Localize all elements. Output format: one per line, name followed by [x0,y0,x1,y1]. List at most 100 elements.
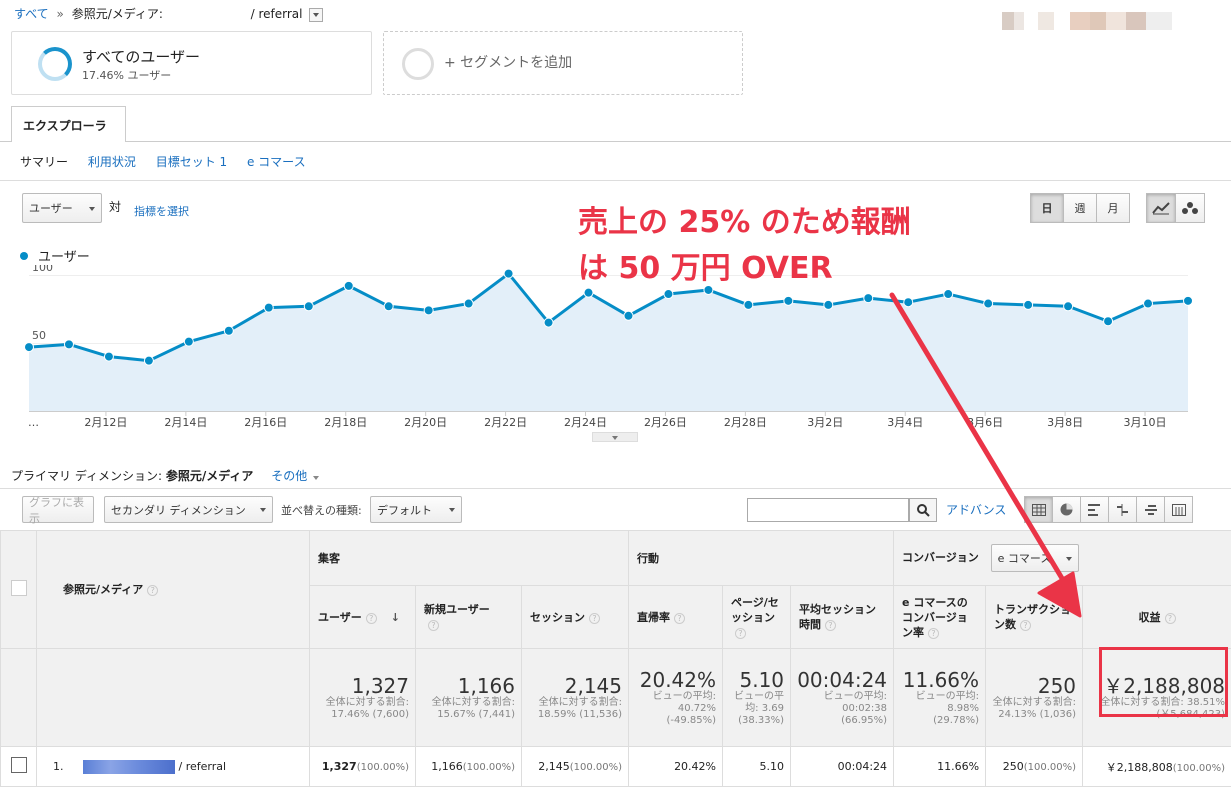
sort-type-select[interactable]: デフォルト [370,496,462,523]
cell-value: 5.10 [759,760,785,773]
data-point [463,298,474,309]
period-week-button[interactable]: 週 [1063,193,1097,223]
period-day-button[interactable]: 日 [1030,193,1064,223]
row-revenue: ￥2,188,808(100.00%) [1082,746,1231,787]
row-source-link[interactable]: / referral [179,760,227,773]
summary-note: 全体に対する割合: 15.67% (7,441) [431,696,515,720]
period-month-button[interactable]: 月 [1096,193,1130,223]
summary-value: 250 [1037,673,1077,698]
header-revenue-label: 収益 [1138,610,1161,624]
dimension-header-label: 参照元/メディア [63,583,144,596]
row-pages-per-session: 5.10 [722,746,792,787]
line-chart-button[interactable] [1146,193,1176,223]
summary-pages-per-session: 5.10 ビューの平均: 3.69 (38.33%) [722,648,792,747]
header-pages-per-session-label: ページ/セッション [731,595,779,624]
subtab-goal-set-1[interactable]: 目標セット 1 [156,155,227,169]
summary-note: 全体に対する割合: 24.13% (1,036) [992,696,1077,720]
chevron-down-icon [449,508,455,515]
header-new-users[interactable]: 新規ユーザー? [415,585,522,649]
summary-conversion-rate: 11.66% ビューの平均: 8.98% (29.78%) [893,648,987,747]
row-conversion-rate: 11.66% [893,746,987,787]
data-point [623,310,634,321]
header-avg-session-duration[interactable]: 平均セッション時間? [790,585,895,649]
header-new-users-label: 新規ユーザー [424,603,490,616]
view-comparison-button[interactable] [1108,496,1137,523]
vs-label: 対 [109,200,122,214]
subtab-ecommerce[interactable]: e コマース [247,155,306,169]
term-cloud-icon [1144,504,1157,515]
data-point [383,301,394,312]
report-table: 参照元/メディア? 集客 行動 コンバージョン e コマース ユーザー? ↓ 新規… [0,530,1231,787]
help-icon: ? [1020,620,1032,631]
sort-type-value: デフォルト [377,503,432,517]
view-table-button[interactable] [1024,496,1053,523]
view-pivot-button[interactable] [1164,496,1193,523]
search-icon [916,503,930,517]
table-search-button[interactable] [909,498,937,522]
period-toggle: 日 週 月 [1030,193,1130,223]
view-pie-button[interactable] [1052,496,1081,523]
summary-users: 1,327 全体に対する割合: 17.46% (7,600) [309,648,416,747]
x-tick-label: … [28,416,39,429]
tab-explorer[interactable]: エクスプローラ [11,106,126,142]
header-pages-per-session[interactable]: ページ/セッション? [722,585,792,649]
x-tick-label: 2月18日 [324,416,367,429]
header-users-label: ユーザー [318,610,362,624]
breadcrumb-all-link[interactable]: すべて [14,7,49,21]
add-segment-label: + セグメントを追加 [444,55,573,71]
segment-empty-ring-icon [402,48,434,80]
line-chart-icon [1152,202,1170,215]
breadcrumb: すべて » 参照元/メディア: / referral [14,5,324,22]
plot-rows-button[interactable]: グラフに表示 [22,496,94,525]
select-all-checkbox[interactable] [10,580,27,596]
summary-avg-session-duration: 00:04:24 ビューの平均: 00:02:38 (66.95%) [790,648,895,747]
other-dimensions-link[interactable]: その他 [271,469,307,483]
summary-value: 11.66% [902,667,980,692]
table-grid-icon [1031,503,1046,516]
summary-note: 全体に対する割合: 38.51% (￥5,684,423) [1100,696,1226,720]
help-icon: ? [825,620,837,631]
table-search-input[interactable] [747,498,909,522]
cell-value: 20.42% [674,760,717,773]
subtab-summary[interactable]: サマリー [20,155,68,169]
advanced-filter-link[interactable]: アドバンス [946,501,1006,518]
legend-label: ユーザー [38,250,90,265]
cell-pct: (100.00%) [356,762,409,773]
conversion-type-select[interactable]: e コマース [990,544,1079,572]
x-tick-label: 2月20日 [404,416,447,429]
segment-all-users[interactable]: すべてのユーザー 17.46% ユーザー [11,31,372,95]
data-point [223,325,234,336]
summary-value: 2,145 [564,673,623,698]
data-point [143,355,154,366]
dimension-header[interactable]: 参照元/メディア? [36,530,310,649]
header-revenue[interactable]: 収益? [1082,585,1231,649]
breadcrumb-dropdown-button[interactable] [309,7,324,22]
metric-select[interactable]: ユーザー [22,193,102,223]
row-transactions: 250(100.00%) [985,746,1084,787]
chart-collapse-handle[interactable] [592,432,638,442]
secondary-dimension-select[interactable]: セカンダリ ディメンション [104,496,273,523]
header-bounce-rate[interactable]: 直帰率? [628,585,724,649]
x-tick-label: 3月4日 [887,416,923,429]
view-term-cloud-button[interactable] [1136,496,1165,523]
view-performance-button[interactable] [1080,496,1109,523]
add-segment-button[interactable]: + セグメントを追加 [383,31,743,95]
header-transactions[interactable]: トランザクション数? [985,585,1084,649]
row-checkbox[interactable] [10,757,27,773]
summary-value: 00:04:24 [797,667,888,692]
cell-value: 2,145 [538,760,570,773]
motion-chart-button[interactable] [1175,193,1205,223]
header-ecommerce-conversion-rate[interactable]: e コマースのコンバージョン率? [893,585,987,649]
header-sessions[interactable]: セッション? [520,585,630,649]
select-all-cell [0,530,37,649]
header-users[interactable]: ユーザー? ↓ [309,585,416,649]
summary-row: 1,327 全体に対する割合: 17.46% (7,600) 1,166 全体に対す… [0,648,1231,747]
subtab-usage[interactable]: 利用状況 [88,155,136,169]
users-area [29,273,1188,411]
row-users: 1,327(100.00%) [309,746,416,787]
choose-metric-link[interactable]: 指標を選択 [134,203,189,219]
data-point [983,298,994,309]
bubble-chart-icon [1182,202,1198,214]
cell-value: 1,166 [431,760,463,773]
row-sessions: 2,145(100.00%) [520,746,630,787]
